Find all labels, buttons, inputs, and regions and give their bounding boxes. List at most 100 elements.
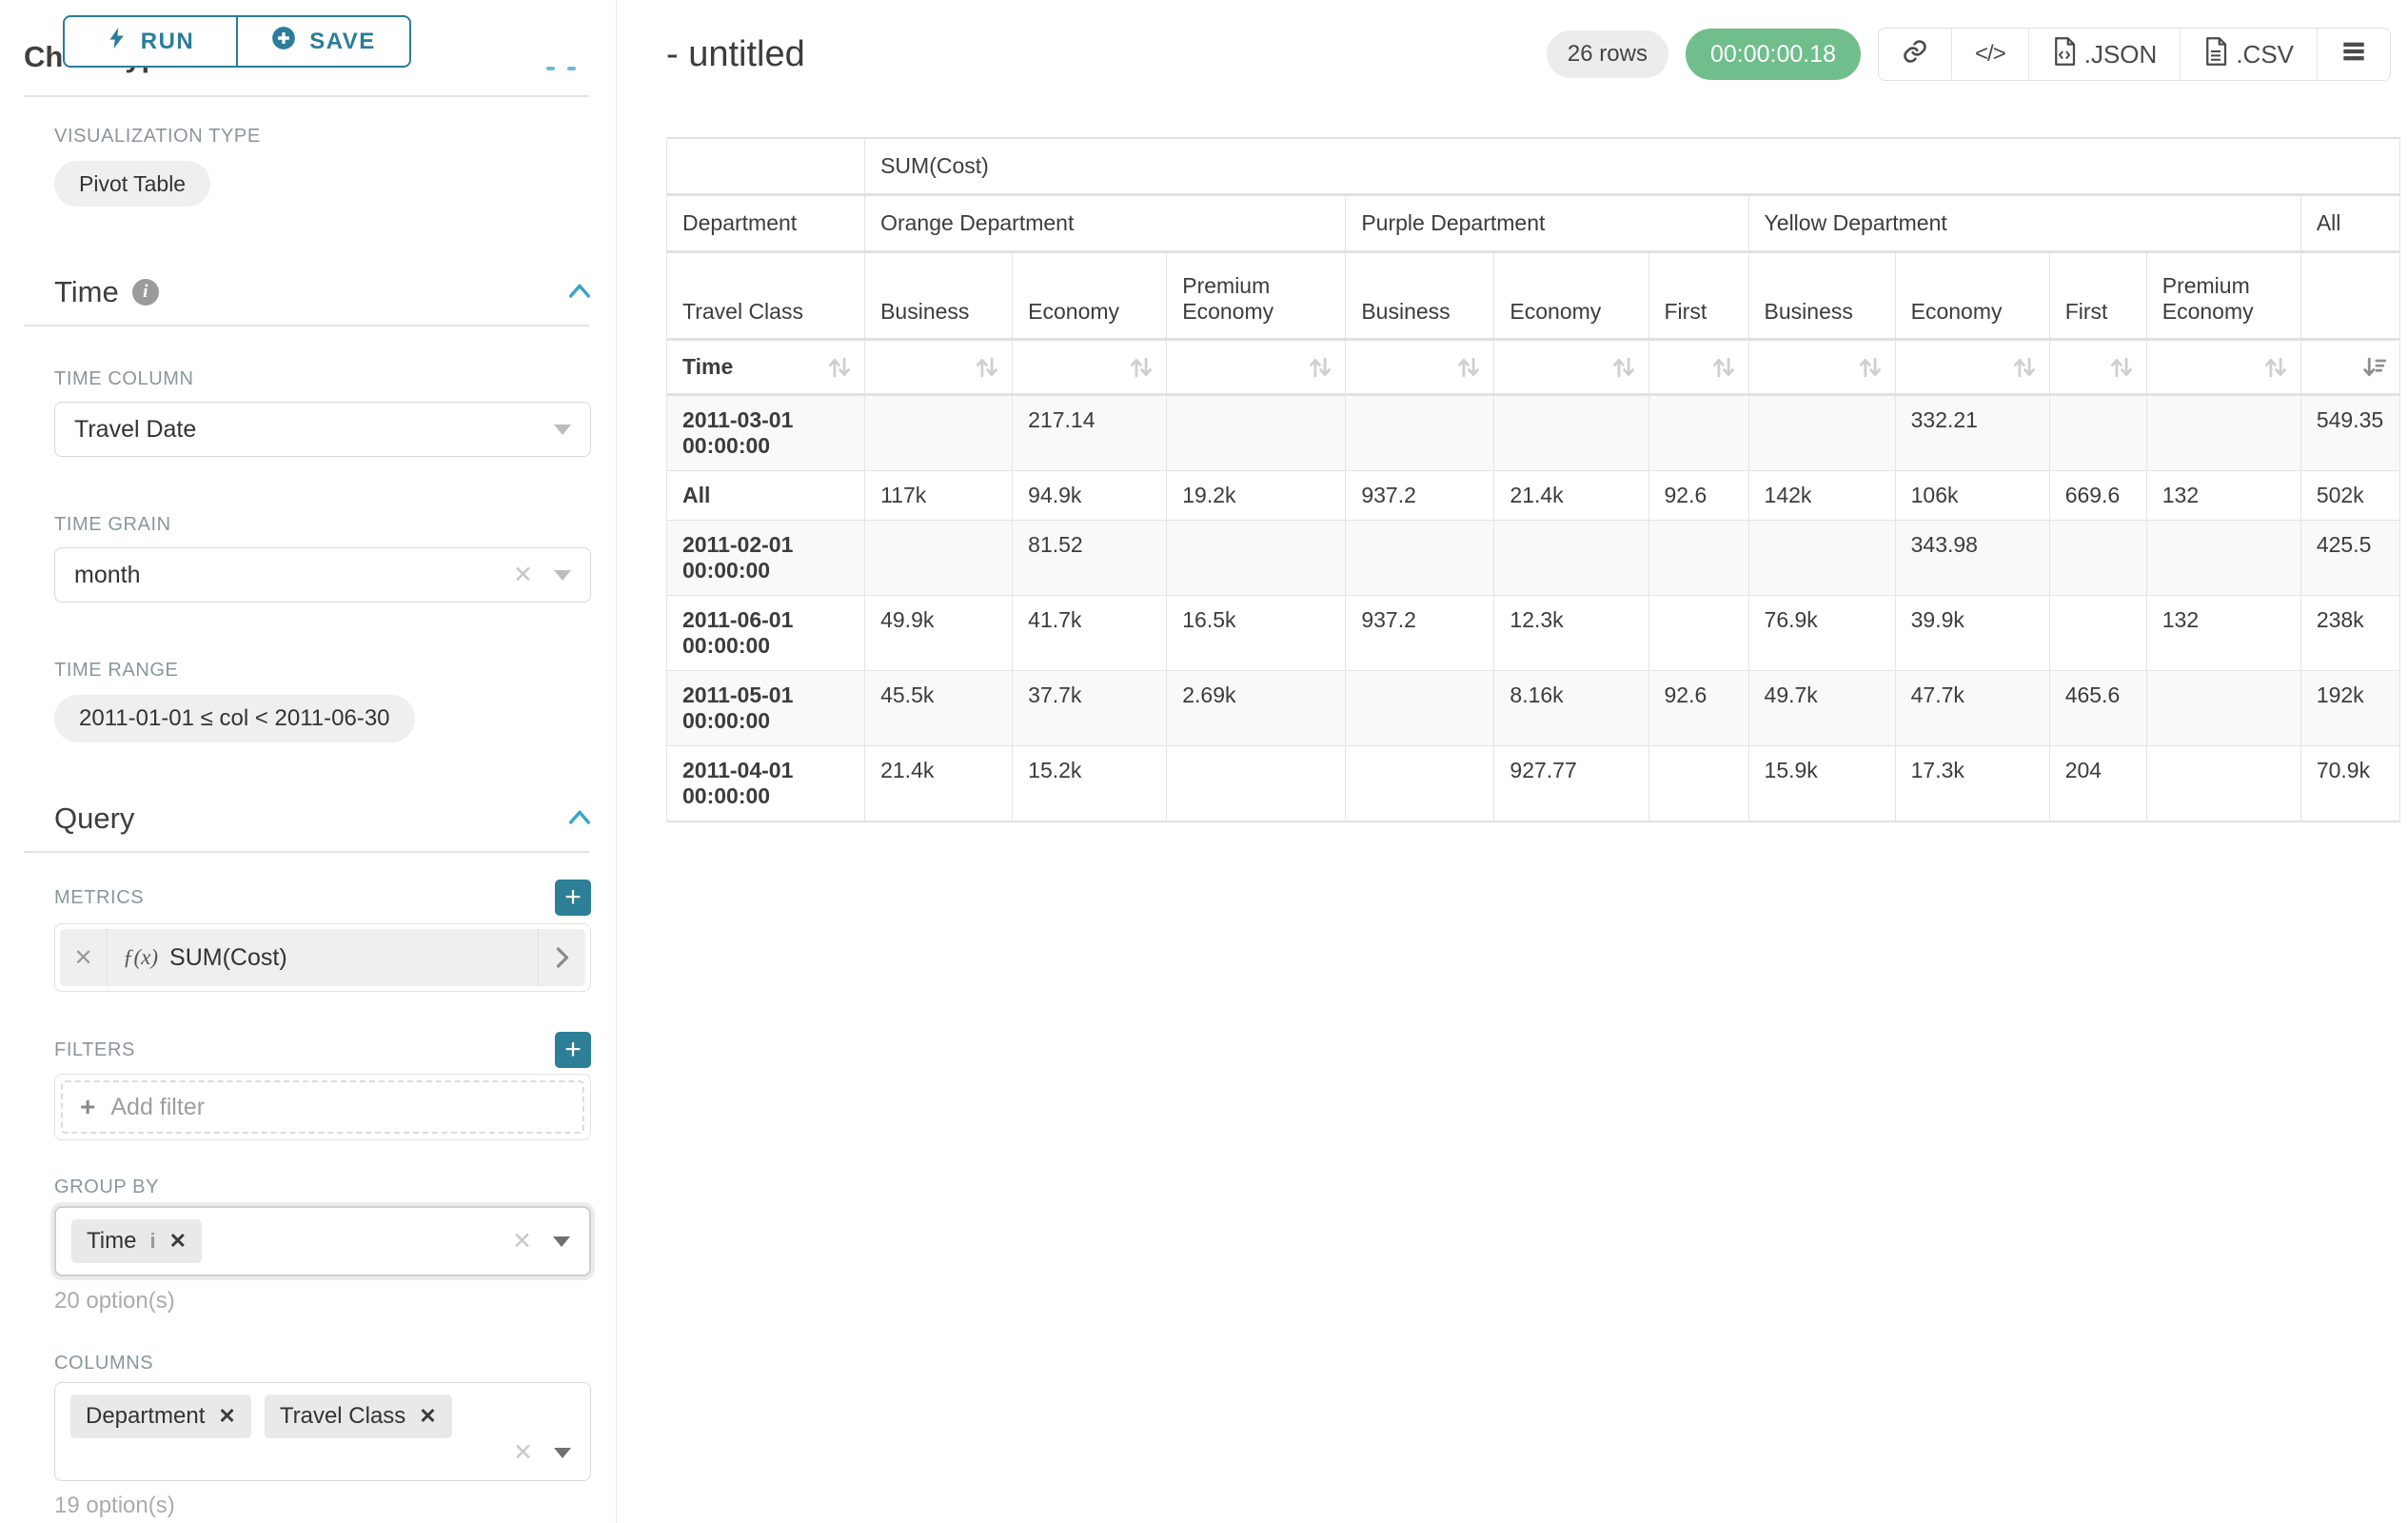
pivot-value-cell: 37.7k — [1013, 671, 1167, 746]
filters-label: FILTERS — [54, 1039, 135, 1061]
sort-desc-icon[interactable] — [2317, 354, 2388, 381]
time-grain-select[interactable]: month ✕ — [54, 547, 591, 603]
save-button[interactable]: SAVE — [237, 15, 411, 68]
pivot-value-cell: 15.2k — [1013, 746, 1167, 822]
chart-title[interactable]: - untitled — [666, 34, 805, 75]
travel-class-label-cell: Travel Class — [667, 253, 865, 341]
row-header-cell: 2011-02-01 00:00:00 — [667, 521, 865, 596]
pivot-value-cell: 41.7k — [1013, 596, 1167, 671]
sort-header-cell — [865, 341, 1013, 396]
pivot-value-cell — [2147, 746, 2301, 822]
run-button[interactable]: RUN — [63, 15, 237, 68]
pivot-value-cell — [865, 396, 1013, 471]
clear-icon[interactable]: ✕ — [513, 1438, 533, 1467]
remove-metric-icon[interactable]: ✕ — [60, 929, 108, 986]
add-filter-plus-button[interactable]: + — [555, 1032, 591, 1068]
info-icon: i — [149, 1229, 155, 1254]
pivot-value-cell — [1649, 396, 1749, 471]
collapse-chevron-icon[interactable] — [568, 282, 591, 304]
department-label-cell: Department — [667, 196, 865, 253]
group-by-select[interactable]: Time i ✕ ✕ — [54, 1206, 591, 1276]
pivot-value-cell — [1346, 671, 1494, 746]
columns-select[interactable]: Department ✕ Travel Class ✕ ✕ — [54, 1382, 591, 1481]
pivot-value-cell — [2050, 596, 2147, 671]
sort-icon[interactable] — [1911, 354, 2038, 381]
caret-down-icon — [554, 425, 571, 435]
pivot-value-cell: 132 — [2147, 596, 2301, 671]
row-header-cell: 2011-05-01 00:00:00 — [667, 671, 865, 746]
travel-class-header-cell: First — [1649, 253, 1749, 341]
pivot-value-cell — [1167, 396, 1346, 471]
clear-icon[interactable]: ✕ — [513, 561, 533, 589]
columns-chip[interactable]: Travel Class ✕ — [265, 1394, 452, 1438]
pivot-value-cell — [2147, 521, 2301, 596]
metric-pill[interactable]: ƒ(x) SUM(Cost) — [108, 929, 538, 986]
pivot-value-cell: 927.77 — [1494, 746, 1648, 822]
add-filter-button[interactable]: + Add filter — [61, 1080, 584, 1134]
add-metric-button[interactable]: + — [555, 880, 591, 916]
pivot-value-cell: 106k — [1896, 471, 2050, 521]
pivot-value-cell: 21.4k — [865, 746, 1013, 822]
view-query-button[interactable]: </> — [1952, 29, 2029, 80]
pivot-value-cell: 2.69k — [1167, 671, 1346, 746]
pivot-value-cell: 192k — [2301, 671, 2400, 746]
sort-icon[interactable] — [1182, 354, 1333, 381]
row-header-cell: 2011-06-01 00:00:00 — [667, 596, 865, 671]
pivot-value-cell: 47.7k — [1896, 671, 2050, 746]
travel-class-header-cell: Business — [865, 253, 1013, 341]
sort-icon[interactable] — [2065, 354, 2135, 381]
sort-header-cell — [1896, 341, 2050, 396]
pivot-row: 2011-02-01 00:00:00 81.52343.98425.5 — [667, 521, 2400, 596]
pivot-value-cell — [1494, 521, 1648, 596]
export-json-button[interactable]: .JSON — [2029, 29, 2181, 80]
expand-metric-icon[interactable] — [538, 929, 585, 986]
sort-header-cell — [1749, 341, 1896, 396]
sort-icon[interactable] — [1765, 354, 1884, 381]
columns-options-hint: 19 option(s) — [54, 1493, 591, 1519]
pivot-value-cell: 425.5 — [2301, 521, 2400, 596]
sort-header-cell — [2147, 341, 2301, 396]
pivot-value-cell: 937.2 — [1346, 596, 1494, 671]
pivot-value-cell: 45.5k — [865, 671, 1013, 746]
clear-icon[interactable]: ✕ — [512, 1227, 532, 1256]
sort-icon[interactable] — [826, 354, 853, 381]
travel-class-header-cell: Economy — [1896, 253, 2050, 341]
travel-class-header-cell: Business — [1346, 253, 1494, 341]
sort-icon[interactable] — [880, 354, 1000, 381]
sort-icon[interactable] — [1665, 354, 1737, 381]
time-range-pill[interactable]: 2011-01-01 ≤ col < 2011-06-30 — [54, 695, 415, 742]
sort-icon[interactable] — [1510, 354, 1636, 381]
pivot-value-cell: 16.5k — [1167, 596, 1346, 671]
export-csv-button[interactable]: .CSV — [2181, 29, 2318, 80]
remove-chip-icon[interactable]: ✕ — [169, 1229, 187, 1254]
pivot-value-cell — [1649, 596, 1749, 671]
sort-icon[interactable] — [1028, 354, 1155, 381]
visualization-type-pill[interactable]: Pivot Table — [54, 161, 210, 207]
pivot-table: SUM(Cost) Department Orange DepartmentPu… — [666, 137, 2400, 822]
remove-chip-icon[interactable]: ✕ — [218, 1404, 235, 1429]
remove-chip-icon[interactable]: ✕ — [419, 1404, 436, 1429]
pivot-value-cell: 17.3k — [1896, 746, 2050, 822]
pivot-value-cell: 76.9k — [1749, 596, 1896, 671]
pivot-value-cell — [1346, 746, 1494, 822]
pivot-value-cell: 132 — [2147, 471, 2301, 521]
lightning-icon — [107, 25, 128, 58]
pivot-value-cell: 343.98 — [1896, 521, 2050, 596]
chart-type-chevron-remnant — [567, 67, 576, 70]
group-by-chip[interactable]: Time i ✕ — [71, 1219, 202, 1263]
sort-icon[interactable] — [1361, 354, 1482, 381]
pivot-value-cell: 937.2 — [1346, 471, 1494, 521]
share-link-button[interactable] — [1879, 29, 1952, 80]
time-column-select[interactable]: Travel Date — [54, 402, 591, 457]
link-icon — [1902, 38, 1928, 71]
row-header-cell: 2011-03-01 00:00:00 — [667, 396, 865, 471]
json-file-icon — [2052, 37, 2077, 72]
group-header-cell: All — [2301, 196, 2400, 253]
menu-button[interactable] — [2318, 29, 2390, 80]
columns-chip[interactable]: Department ✕ — [70, 1394, 251, 1438]
sort-icon[interactable] — [2162, 354, 2289, 381]
visualization-type-label: VISUALIZATION TYPE — [54, 126, 591, 148]
pivot-value-cell — [1749, 521, 1896, 596]
pivot-value-cell — [1167, 521, 1346, 596]
collapse-chevron-icon[interactable] — [568, 808, 591, 830]
